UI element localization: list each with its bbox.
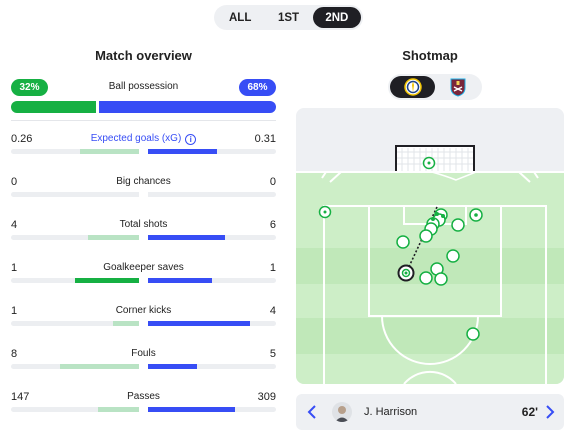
period-toggle: ALL 1ST 2ND [214,5,363,30]
stat-label: Corner kicks [11,305,276,316]
goal-net [395,145,475,173]
away-stat-fill [148,278,212,283]
stat-row: 1 Corner kicks 4 [11,305,276,335]
away-stat-track [148,235,276,240]
home-stat-track [11,278,139,283]
away-stat-fill [148,321,251,326]
away-stat-track [148,192,276,197]
away-stat-value: 5 [269,348,276,360]
shot-marker[interactable] [396,235,410,249]
stat-label: Fouls [11,348,276,359]
stat-label: Passes [11,391,276,402]
home-stat-track [11,407,139,412]
info-icon[interactable]: i [185,134,197,145]
away-stat-track [148,278,276,283]
stat-row: 0 Big chances 0 [11,176,276,206]
pitch-graphic [296,145,564,384]
home-stat-fill [87,235,139,240]
away-stat-track [148,407,276,412]
player-avatar [332,402,352,422]
home-stat-track [11,192,139,197]
away-stat-track [148,364,276,369]
home-stat-track [11,149,139,154]
selected-shot-bar: J. Harrison 62' [296,394,564,430]
away-stat-value: 0.31 [254,133,276,145]
home-stat-track [11,364,139,369]
team-west-ham-button[interactable] [435,76,480,98]
shot-marker[interactable] [451,218,465,232]
home-stat-track [11,321,139,326]
stat-label-text: Corner kicks [115,305,172,316]
match-overview-title: Match overview [95,48,192,63]
player-silhouette-icon [335,406,349,422]
player-name: J. Harrison [364,406,418,418]
home-stat-track [11,235,139,240]
stat-label-text: Big chances [116,176,171,187]
stat-row: 1 Goalkeeper saves 1 [11,262,276,292]
possession-bar [11,101,276,113]
stat-row: 147 Passes 309 [11,391,276,421]
divider [11,120,276,121]
away-stat-value: 309 [257,391,276,403]
team-leeds-button[interactable] [390,76,435,98]
away-stat-fill [148,407,236,412]
next-shot-button[interactable] [540,402,560,422]
shotmap-pitch [296,108,564,384]
home-stat-fill [113,321,139,326]
stat-label-text: Expected goals (xG) [90,133,182,144]
away-stat-track [148,149,276,154]
stat-label-text: Total shots [119,219,168,230]
home-stat-fill [80,149,139,154]
shotmap-title: Shotmap [402,48,458,63]
away-stat-fill [148,235,225,240]
shot-marker[interactable] [434,272,448,286]
stat-label-text: Passes [127,391,160,402]
home-stat-fill [75,278,139,283]
stat-label: Big chances [11,176,276,187]
stat-label-text: Fouls [131,348,156,359]
chevron-right-icon [546,405,555,419]
stat-label-text: Goalkeeper saves [103,262,184,273]
away-stat-value: 1 [269,262,276,274]
stat-label: Total shots [11,219,276,230]
home-possession-fill [11,101,96,113]
shot-marker[interactable] [466,327,480,341]
period-tab-1st[interactable]: 1ST [264,7,312,28]
stat-row: 8 Fouls 5 [11,348,276,378]
stat-row: 0.26 Expected goals (xG) i 0.31 [11,133,276,163]
away-stat-value: 4 [269,305,276,317]
away-possession-badge: 68% [239,79,276,96]
leeds-united-crest-icon [403,78,422,96]
away-stat-fill [148,364,197,369]
home-stat-fill [98,407,139,412]
previous-shot-button[interactable] [302,402,322,422]
away-stat-fill [148,149,218,154]
chevron-left-icon [307,405,316,419]
period-tab-all[interactable]: ALL [216,7,264,28]
home-stat-fill [59,364,139,369]
stat-row: 4 Total shots 6 [11,219,276,249]
possession-label: Ball possession [108,81,179,92]
period-tab-2nd[interactable]: 2ND [312,7,361,28]
shot-marker[interactable] [419,271,433,285]
shot-marker[interactable] [419,229,433,243]
shot-minute: 62' [521,405,538,419]
stat-label: Goalkeeper saves [11,262,276,273]
west-ham-united-crest-icon [450,78,465,97]
shot-marker[interactable] [446,249,460,263]
away-stat-track [148,321,276,326]
away-possession-fill [98,101,276,113]
stat-label[interactable]: Expected goals (xG) i [11,133,276,145]
team-toggle [388,74,482,100]
away-stat-value: 6 [269,219,276,231]
away-stat-value: 0 [269,176,276,188]
